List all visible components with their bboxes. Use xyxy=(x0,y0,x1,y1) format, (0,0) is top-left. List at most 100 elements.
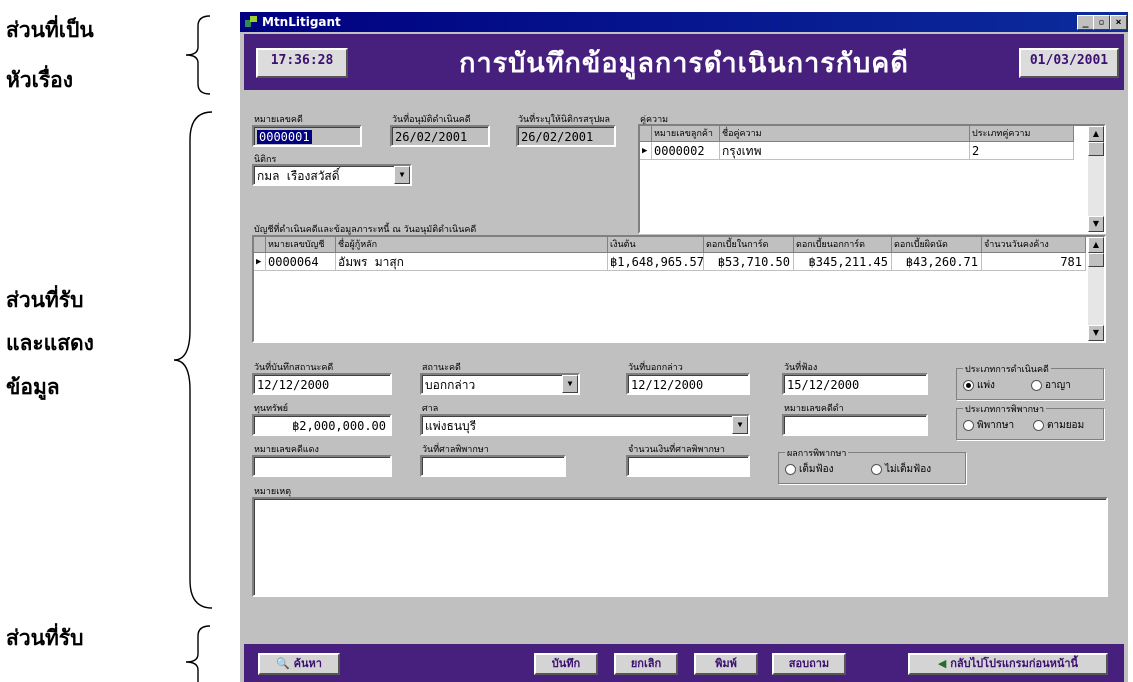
table-cell[interactable]: 2 xyxy=(970,142,1074,160)
result-full-radio[interactable]: เต็มฟ้อง xyxy=(785,462,833,477)
data-date-label: วันที่ระบุให้นิติกรสรุปผล xyxy=(518,115,610,125)
status-date-label: วันที่บันทึกสถานะคดี xyxy=(254,363,334,373)
judgment-type-compromise-radio[interactable]: ตามยอม xyxy=(1033,418,1084,433)
case-type-label: ประเภทการดำเนินคดี xyxy=(963,362,1051,376)
accounts-scrollbar[interactable]: ▲ ▼ xyxy=(1088,237,1104,341)
scroll-down-icon[interactable]: ▼ xyxy=(1088,216,1104,232)
annotation-data-part-line1: ส่วนที่รับ xyxy=(6,288,84,312)
result-label: ผลการพิพากษา xyxy=(785,446,849,460)
data-date-field[interactable]: 26/02/2001 xyxy=(516,125,616,147)
table-cell[interactable]: กรุงเทพ xyxy=(720,142,970,160)
table-cell[interactable]: ฿53,710.50 xyxy=(704,253,794,271)
row-selector-icon: ▶ xyxy=(254,253,266,271)
case-type-group: ประเภทการดำเนินคดี แพ่ง อาญา xyxy=(956,362,1104,400)
status-date-field[interactable]: 12/12/2000 xyxy=(252,373,392,395)
inquire-button[interactable]: สอบถาม xyxy=(772,653,846,675)
result-group: ผลการพิพากษา เต็มฟ้อง ไม่เต็มฟ้อง xyxy=(778,446,966,484)
capital-field[interactable]: ฿2,000,000.00 xyxy=(252,414,392,436)
scroll-up-icon[interactable]: ▲ xyxy=(1088,237,1104,253)
scroll-up-icon[interactable]: ▲ xyxy=(1088,126,1104,142)
result-partial-radio[interactable]: ไม่เต็มฟ้อง xyxy=(871,462,931,477)
radio-icon xyxy=(1031,379,1042,391)
search-button[interactable]: 🔍 ค้นหา xyxy=(258,653,340,675)
radio-icon xyxy=(963,419,974,431)
sue-date-field[interactable]: 15/12/2000 xyxy=(782,373,928,395)
remarks-label: หมายเหตุ xyxy=(254,487,292,497)
court-select[interactable]: แพ่งธนบุรี ▼ xyxy=(420,414,750,436)
notice-date-label: วันที่บอกกล่าว xyxy=(628,363,683,373)
sue-date-label: วันที่ฟ้อง xyxy=(784,363,818,373)
table-cell[interactable]: 0000002 xyxy=(652,142,720,160)
row-selector-header xyxy=(254,237,266,253)
status-select[interactable]: บอกกล่าว ▼ xyxy=(420,373,580,395)
scroll-thumb[interactable] xyxy=(1088,142,1104,156)
case-no-field[interactable]: 0000001 xyxy=(252,125,362,147)
approve-date-field[interactable]: 26/02/2001 xyxy=(390,125,490,147)
judgment-amount-field[interactable] xyxy=(626,455,750,477)
table-cell[interactable]: ฿1,648,965.57 xyxy=(608,253,704,271)
black-no-label: หมายเลขคดีดำ xyxy=(784,404,844,414)
accounts-label: บัญชีที่ดำเนินคดีและข้อมูลภาระหนี้ ณ วัน… xyxy=(254,225,477,235)
date-display: 01/03/2001 xyxy=(1019,48,1119,78)
scroll-thumb[interactable] xyxy=(1088,253,1104,267)
approve-date-label: วันที่อนุมัติดำเนินคดี xyxy=(392,115,471,125)
chevron-down-icon[interactable]: ▼ xyxy=(732,416,748,434)
back-button-label: กลับไปโปรแกรมก่อนหน้านี้ xyxy=(950,657,1079,670)
lawyer-value: กมล เรืองสวัสดิ์ xyxy=(257,169,340,183)
back-button[interactable]: ◀ กลับไปโปรแกรมก่อนหน้านี้ xyxy=(908,653,1108,675)
print-button[interactable]: พิมพ์ xyxy=(694,653,758,675)
search-button-label: ค้นหา xyxy=(293,657,322,670)
parties-grid[interactable]: หมายเลขลูกค้า ชื่อคู่ความ ประเภทคู่ความ … xyxy=(638,124,1106,234)
maximize-button[interactable]: ▫ xyxy=(1093,15,1110,30)
chevron-down-icon[interactable]: ▼ xyxy=(394,166,410,184)
status-value: บอกกล่าว xyxy=(425,378,476,392)
annotation-header-part-line1: ส่วนที่เป็น xyxy=(6,18,94,42)
app-window: MtnLitigant _ ▫ × 17:36:28 การบันทึกข้อม… xyxy=(240,12,1128,682)
accounts-grid[interactable]: หมายเลขบัญชี ชื่อผู้กู้หลัก เงินต้น ดอกเ… xyxy=(252,235,1106,343)
red-no-field[interactable] xyxy=(252,455,392,477)
table-cell[interactable]: 0000064 xyxy=(266,253,336,271)
judgment-amount-label: จำนวนเงินที่ศาลพิพากษา xyxy=(628,445,725,455)
judgment-date-label: วันที่ศาลพิพากษา xyxy=(422,445,489,455)
data-entry-form: หมายเลขคดี 0000001 วันที่อนุมัติดำเนินคด… xyxy=(244,94,1124,642)
column-header: หมายเลขลูกค้า xyxy=(652,126,720,142)
judgment-date-field[interactable] xyxy=(420,455,566,477)
minimize-button[interactable]: _ xyxy=(1077,15,1094,30)
column-header: ดอกเบี้ยผิดนัด xyxy=(892,237,982,253)
capital-label: ทุนทรัพย์ xyxy=(254,404,289,414)
column-header: หมายเลขบัญชี xyxy=(266,237,336,253)
remarks-textarea[interactable] xyxy=(252,497,1108,597)
back-arrow-icon: ◀ xyxy=(937,657,947,670)
page-title: การบันทึกข้อมูลการดำเนินการกับคดี xyxy=(459,48,909,79)
judgment-type-judge-radio[interactable]: พิพากษา xyxy=(963,418,1014,433)
table-cell[interactable]: อัมพร มาสุก xyxy=(336,253,608,271)
table-cell[interactable]: ฿43,260.71 xyxy=(892,253,982,271)
column-header: ชื่อคู่ความ xyxy=(720,126,970,142)
search-icon: 🔍 xyxy=(276,657,290,670)
save-button[interactable]: บันทึก xyxy=(534,653,598,675)
case-no-value: 0000001 xyxy=(257,130,312,144)
court-value: แพ่งธนบุรี xyxy=(425,419,477,433)
case-type-criminal-radio[interactable]: อาญา xyxy=(1031,378,1071,393)
case-type-civil-radio[interactable]: แพ่ง xyxy=(963,378,995,393)
annotation-command-part-line1: ส่วนที่รับ xyxy=(6,626,84,650)
court-label: ศาล xyxy=(422,404,439,414)
close-button[interactable]: × xyxy=(1110,15,1127,30)
parties-scrollbar[interactable]: ▲ ▼ xyxy=(1088,126,1104,232)
table-cell[interactable]: 781 xyxy=(982,253,1086,271)
annotation-data-part-line2: และแสดง xyxy=(6,331,94,355)
case-type-civil-label: แพ่ง xyxy=(977,380,995,391)
black-no-field[interactable] xyxy=(782,414,928,436)
red-no-label: หมายเลขคดีแดง xyxy=(254,445,319,455)
scroll-down-icon[interactable]: ▼ xyxy=(1088,325,1104,341)
column-header: จำนวนวันคงค้าง xyxy=(982,237,1086,253)
column-header: ดอกเบี้ยนอกการ์ด xyxy=(794,237,892,253)
lawyer-select[interactable]: กมล เรืองสวัสดิ์ ▼ xyxy=(252,164,412,186)
chevron-down-icon[interactable]: ▼ xyxy=(562,375,578,393)
annotation-data-part-line3: ข้อมูล xyxy=(6,375,60,399)
judgment-type-group: ประเภทการพิพากษา พิพากษา ตามยอม xyxy=(956,402,1104,440)
result-full-label: เต็มฟ้อง xyxy=(799,464,834,475)
cancel-button[interactable]: ยกเลิก xyxy=(614,653,678,675)
notice-date-field[interactable]: 12/12/2000 xyxy=(626,373,750,395)
table-cell[interactable]: ฿345,211.45 xyxy=(794,253,892,271)
